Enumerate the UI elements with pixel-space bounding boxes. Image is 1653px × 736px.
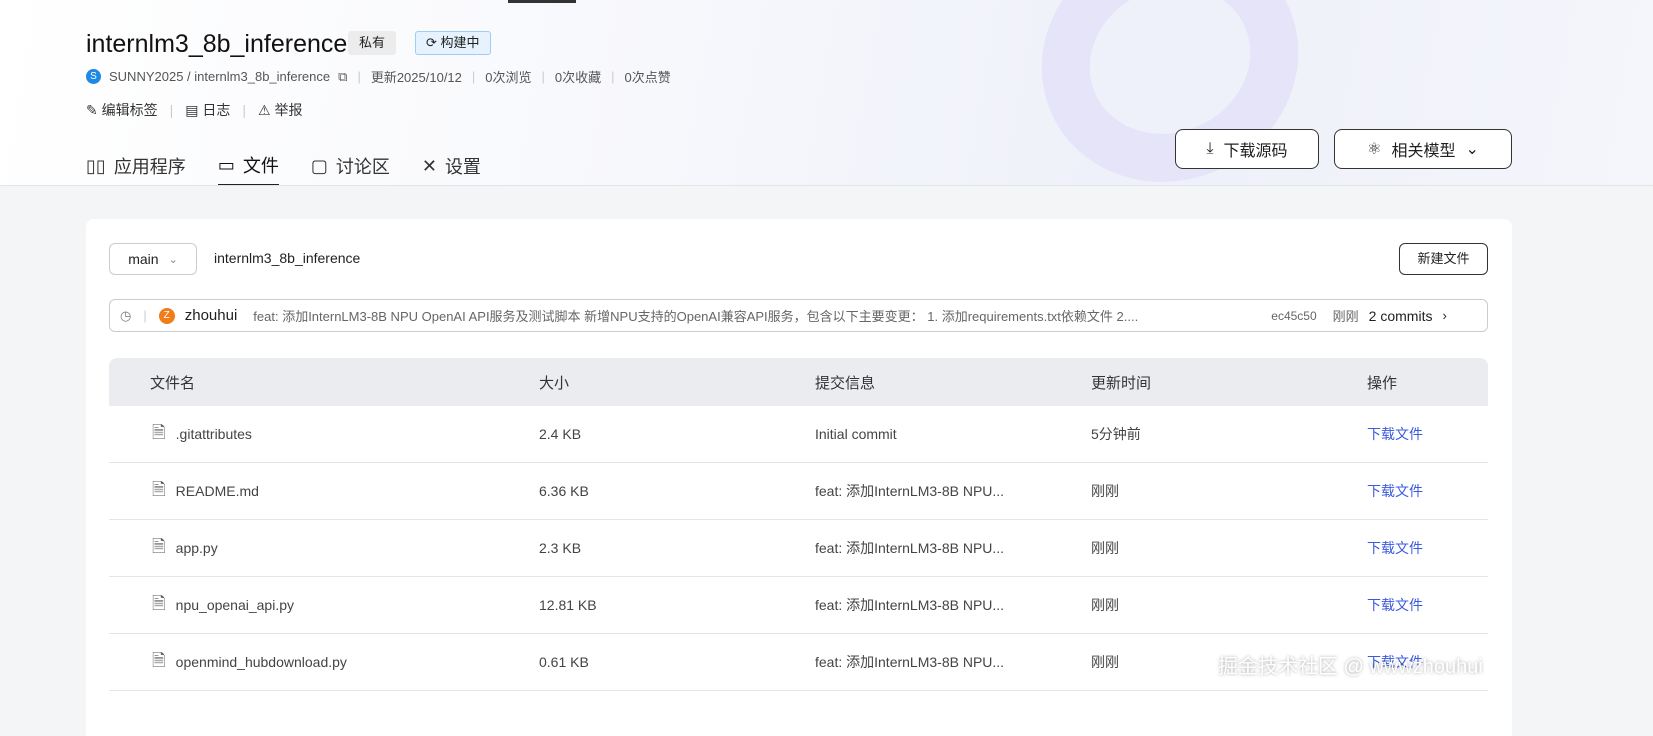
download-source-button[interactable]: ⤓ 下载源码 xyxy=(1175,129,1319,169)
updated-date: 更新2025/10/12 xyxy=(370,70,462,85)
table-row[interactable]: 🗎 README.md 6.36 KB feat: 添加InternLM3-8B … xyxy=(109,463,1488,520)
file-icon: 🗎 xyxy=(152,593,166,613)
download-icon: ⤓ xyxy=(1206,140,1214,157)
log-icon: ▤ xyxy=(185,102,203,118)
file-name[interactable]: openmind_hubdownload.py xyxy=(176,654,347,670)
repo-tabs: ▯▯ 应用程序 ▭ 文件 ▢ 讨论区 ✕ 设置 xyxy=(86,146,481,185)
download-file-link[interactable]: 下载文件 xyxy=(1367,481,1488,501)
file-updated: 5分钟前 xyxy=(1091,426,1141,442)
file-icon: 🗎 xyxy=(152,650,166,670)
header-updated: 更新时间 xyxy=(1091,374,1152,392)
tab-apps[interactable]: ▯▯ 应用程序 xyxy=(86,146,186,185)
favorite-count: 0次收藏 xyxy=(554,70,602,85)
file-name[interactable]: README.md xyxy=(176,483,259,499)
repo-actions: ✎ 编辑标签 | ▤ 日志 | ⚠ 举报 xyxy=(86,100,303,120)
chevron-down-icon: ⌄ xyxy=(168,253,178,266)
copy-icon[interactable]: ⧉ xyxy=(338,69,347,85)
book-icon: ▯▯ xyxy=(86,155,106,176)
avatar: S xyxy=(86,69,101,84)
like-count: 0次点赞 xyxy=(624,70,671,85)
top-indicator xyxy=(508,0,576,3)
file-table: 文件名 大小 提交信息 更新时间 操作 🗎 .gitattributes 2.4 … xyxy=(109,358,1488,691)
breadcrumb[interactable]: SUNNY2025 / internlm3_8b_inference xyxy=(109,69,330,84)
report-link[interactable]: ⚠ 举报 xyxy=(258,100,302,120)
edit-tags-link[interactable]: ✎ 编辑标签 xyxy=(86,100,158,120)
private-badge: 私有 xyxy=(348,31,397,55)
table-row[interactable]: 🗎 npu_openai_api.py 12.81 KB feat: 添加Inte… xyxy=(109,577,1488,634)
new-file-button[interactable]: 新建文件 xyxy=(1399,243,1488,275)
tab-files[interactable]: ▭ 文件 xyxy=(217,146,279,185)
header-size: 大小 xyxy=(539,374,570,392)
related-models-button[interactable]: ⚛ 相关模型 ⌄ xyxy=(1334,129,1512,169)
table-row[interactable]: 🗎 app.py 2.3 KB feat: 添加InternLM3-8B NPU.… xyxy=(109,520,1488,577)
download-file-link[interactable]: 下载文件 xyxy=(1367,424,1488,444)
author-avatar: Z xyxy=(158,307,175,324)
page-title: internlm3_8b_inference xyxy=(86,30,348,58)
chevron-down-icon: ⌄ xyxy=(1465,141,1479,158)
latest-commit-bar[interactable]: ◷ | Z zhouhui feat: 添加InternLM3-8B NPU Op… xyxy=(109,299,1488,332)
file-updated: 刚刚 xyxy=(1091,540,1119,556)
commit-count[interactable]: 2 commits xyxy=(1369,308,1433,324)
log-link[interactable]: ▤ 日志 xyxy=(185,100,230,120)
header-commit: 提交信息 xyxy=(815,374,876,392)
clock-icon: ◷ xyxy=(120,307,132,323)
file-commit-message: feat: 添加InternLM3-8B NPU... xyxy=(815,483,1005,499)
download-file-link[interactable]: 下载文件 xyxy=(1367,595,1488,615)
status-text: 构建中 xyxy=(440,35,480,50)
commit-author: zhouhui xyxy=(184,307,238,324)
view-count: 0次浏览 xyxy=(485,70,532,85)
watermark: 掘金技术社区 @ wwwzhouhui xyxy=(1218,656,1483,678)
file-size: 6.36 KB xyxy=(539,483,589,499)
file-size: 2.4 KB xyxy=(539,426,582,442)
repo-header: internlm3_8b_inference 私有 ⟳ 构建中 S SUNNY2… xyxy=(0,0,1653,186)
header-name: 文件名 xyxy=(150,374,196,392)
download-file-link[interactable]: 下载文件 xyxy=(1367,538,1488,558)
refresh-icon: ⟳ xyxy=(426,35,441,50)
chevron-right-icon[interactable]: › xyxy=(1442,308,1446,323)
table-row[interactable]: 🗎 .gitattributes 2.4 KB Initial commit 5分… xyxy=(109,406,1488,463)
commit-time: 刚刚 xyxy=(1332,309,1359,324)
file-commit-message: feat: 添加InternLM3-8B NPU... xyxy=(815,654,1005,670)
file-name[interactable]: app.py xyxy=(176,540,218,556)
table-header: 文件名 大小 提交信息 更新时间 操作 xyxy=(109,358,1488,406)
file-commit-message: feat: 添加InternLM3-8B NPU... xyxy=(815,597,1005,613)
file-icon: 🗎 xyxy=(152,479,166,499)
repo-path: internlm3_8b_inference xyxy=(214,250,361,266)
alarm-icon: ⚠ xyxy=(258,102,275,118)
status-badge: ⟳ 构建中 xyxy=(415,31,491,55)
repo-meta: S SUNNY2025 / internlm3_8b_inference ⧉ | … xyxy=(86,67,671,86)
tab-settings[interactable]: ✕ 设置 xyxy=(421,146,481,185)
file-name[interactable]: npu_openai_api.py xyxy=(176,597,294,613)
tools-icon: ✕ xyxy=(421,155,437,176)
branch-select[interactable]: main ⌄ xyxy=(109,243,197,275)
header-actions: 操作 xyxy=(1367,374,1398,392)
file-size: 0.61 KB xyxy=(539,654,589,670)
commit-message: feat: 添加InternLM3-8B NPU OpenAI API服务及测试… xyxy=(253,309,1139,324)
models-icon: ⚛ xyxy=(1367,141,1382,158)
file-size: 12.81 KB xyxy=(539,597,597,613)
file-name[interactable]: .gitattributes xyxy=(176,426,252,442)
file-icon: 🗎 xyxy=(152,422,166,442)
file-updated: 刚刚 xyxy=(1091,597,1119,613)
terminal-folder-icon: ▭ xyxy=(217,154,235,175)
file-commit-message: feat: 添加InternLM3-8B NPU... xyxy=(815,540,1005,556)
pencil-icon: ✎ xyxy=(86,102,102,118)
tab-discussion[interactable]: ▢ 讨论区 xyxy=(310,146,390,185)
file-icon: 🗎 xyxy=(152,536,166,556)
file-commit-message: Initial commit xyxy=(815,426,897,442)
file-updated: 刚刚 xyxy=(1091,483,1119,499)
commit-hash[interactable]: ec45c50 xyxy=(1271,309,1316,323)
file-size: 2.3 KB xyxy=(539,540,582,556)
chat-icon: ▢ xyxy=(310,155,328,176)
